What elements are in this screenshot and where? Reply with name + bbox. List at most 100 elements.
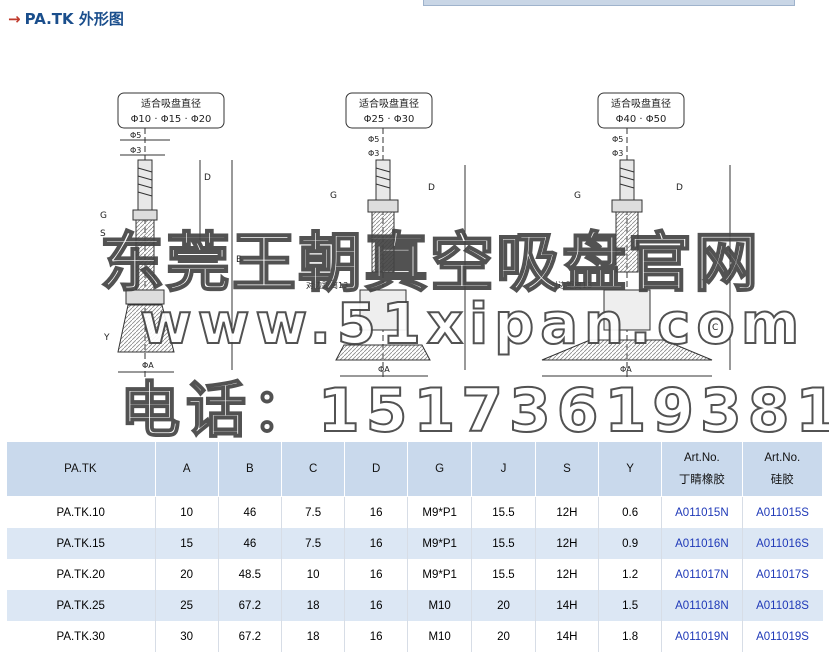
cell-value: 16	[344, 559, 408, 590]
cell-value: 48.5	[217, 559, 282, 590]
dim-g-1: G	[100, 211, 107, 221]
drawing-1-title-2: Φ10 · Φ15 · Φ20	[131, 114, 212, 125]
dim-phi5-2: Φ5	[368, 135, 379, 144]
dim-phi5-3: Φ5	[612, 135, 623, 144]
cell-value: 30	[154, 621, 219, 652]
art-nbr-l2: 丁睛橡胶	[678, 474, 725, 486]
col-header-a: A	[154, 441, 219, 497]
col-header-y: Y	[598, 441, 663, 497]
cell-part-number: A011016N	[661, 528, 743, 559]
dim-a-3: ΦA	[620, 365, 632, 374]
drawing-2-title-1: 适合吸盘直径	[359, 97, 419, 110]
section-title: → PA.TK 外形图	[8, 8, 124, 29]
cell-model: PA.TK.30	[56, 630, 105, 643]
dim-phi3-3: Φ3	[612, 149, 623, 158]
cell-value: 16	[344, 528, 408, 559]
cell-value: 14H	[534, 621, 599, 652]
cell-part-number: A011017S	[741, 559, 823, 590]
cell-value: 67.2	[217, 590, 282, 621]
cell-value: 7.5	[281, 528, 345, 559]
cell-part-number: A011019N	[661, 621, 743, 652]
cell-value: 0.6	[598, 496, 662, 528]
cell-value: 10	[154, 496, 219, 528]
col-header-g: G	[407, 441, 473, 497]
cell-value: 15.5	[471, 496, 536, 528]
cell-part-number: A011015N	[661, 496, 743, 528]
dim-y-1: Y	[103, 333, 110, 343]
dim-phi3-1: Φ3	[130, 146, 141, 155]
col-header-j: J	[471, 441, 536, 497]
cell-value: 16	[344, 621, 408, 652]
cell-value: 1.8	[598, 621, 662, 652]
dim-phi5-1: Φ5	[130, 131, 141, 140]
table-row: PA.TK.20 20 48.5 10 16 M9*P1 15.5 12H 1.2 A011017…	[7, 559, 823, 590]
col-header-s: S	[534, 441, 600, 497]
cell-part-number: A011018N	[661, 590, 743, 621]
cell-value: 46	[217, 528, 282, 559]
cell-value: 20	[471, 590, 536, 621]
col-header-art-sil: Art.No. 硅胶	[741, 441, 824, 497]
table-body: PA.TK.10 10 46 7.5 16 M9*P1 15.5 12H 0.6 A011015N…	[6, 496, 823, 652]
cell-value: 0.9	[598, 528, 662, 559]
cell-part-number: A011018S	[741, 590, 823, 621]
cell-value: 1.2	[598, 559, 662, 590]
dim-b-1: B	[236, 255, 242, 265]
cell-part-number: A011019S	[741, 621, 823, 652]
table-row: PA.TK.15 15 46 7.5 16 M9*P1 15.5 12H 0.9 A011016N…	[6, 528, 823, 559]
art-nbr-l1: Art.No.	[683, 452, 720, 464]
cell-model: PA.TK.25	[6, 590, 156, 621]
col-header-art-nbr: Art.No. 丁睛橡胶	[661, 441, 743, 497]
top-decor-bar	[423, 0, 795, 6]
cell-value: M10	[407, 590, 472, 621]
cell-value: 67.2	[217, 621, 282, 652]
dim-s-1: S	[100, 229, 106, 239]
cell-value: 20	[154, 559, 219, 590]
dim-phi3-2: Φ3	[368, 149, 379, 158]
cell-value: 15	[154, 528, 219, 559]
cell-value: 12H	[534, 528, 599, 559]
cell-part-number: A011015S	[741, 496, 823, 528]
cell-value: 25	[154, 590, 219, 621]
drawing-1-title-1: 适合吸盘直径	[141, 97, 201, 110]
dim-d-2: D	[428, 183, 435, 193]
arrow-icon: →	[8, 10, 21, 28]
table-row: PA.TK.25 25 67.2 18 16 M10 20 14H 1.5 A011018N A01…	[6, 590, 823, 621]
drawing-2-title-2: Φ25 · Φ30	[364, 114, 415, 125]
cell-value: 15.5	[471, 528, 536, 559]
dim-hex-3: 对边距离13	[550, 280, 592, 290]
cell-value: M9*P1	[407, 559, 472, 590]
col-header-d: D	[344, 441, 409, 497]
cell-value: 46	[217, 496, 282, 528]
cell-value: 1.5	[598, 590, 662, 621]
section-title-text: PA.TK 外形图	[24, 10, 124, 28]
dim-a-1: ΦA	[142, 361, 154, 370]
art-sil-l2: 硅胶	[770, 474, 794, 486]
table-row: PA.TK.30 30 67.2 18 16 M10 20 14H 1.8 A011019N A01…	[7, 621, 823, 652]
dim-d-3: D	[676, 183, 683, 193]
dim-d-1: D	[204, 173, 211, 183]
spec-table: PA.TK A B C D G J S Y Art.No. 丁睛橡胶 Art.N…	[6, 441, 824, 652]
dim-hex-2: 对边距离13	[306, 280, 348, 290]
dim-g-2: G	[330, 191, 337, 201]
drawing-2: 适合吸盘直径 Φ25 · Φ30 Φ5 Φ3 G D 对边距离13 ΦA	[306, 92, 466, 380]
cell-value: 15.5	[471, 559, 536, 590]
col-header-model: PA.TK	[6, 441, 156, 497]
cell-model: PA.TK.10	[56, 506, 105, 519]
dim-g-3: G	[574, 191, 581, 201]
cell-value: 12H	[534, 559, 599, 590]
cell-value: M9*P1	[407, 528, 472, 559]
art-sil-l1: Art.No.	[764, 452, 801, 464]
table-row: PA.TK.10 10 46 7.5 16 M9*P1 15.5 12H 0.6 A011015N…	[7, 496, 823, 528]
drawing-3-title-2: Φ40 · Φ50	[616, 114, 667, 125]
cell-value: 18	[281, 590, 345, 621]
cell-part-number: A011016S	[741, 528, 823, 559]
cell-value: 10	[281, 559, 345, 590]
cell-value: 14H	[534, 590, 599, 621]
cell-value: 12H	[534, 496, 599, 528]
cell-value: 16	[344, 496, 408, 528]
technical-drawing: 适合吸盘直径 Φ10 · Φ15 · Φ20 Φ5 Φ3 G S B D Y Φ…	[100, 92, 731, 380]
dim-a-2: ΦA	[378, 365, 390, 374]
col-header-b: B	[217, 441, 283, 497]
cell-value: M10	[407, 621, 472, 652]
table-header-row: PA.TK A B C D G J S Y Art.No. 丁睛橡胶 Art.N…	[6, 441, 824, 497]
